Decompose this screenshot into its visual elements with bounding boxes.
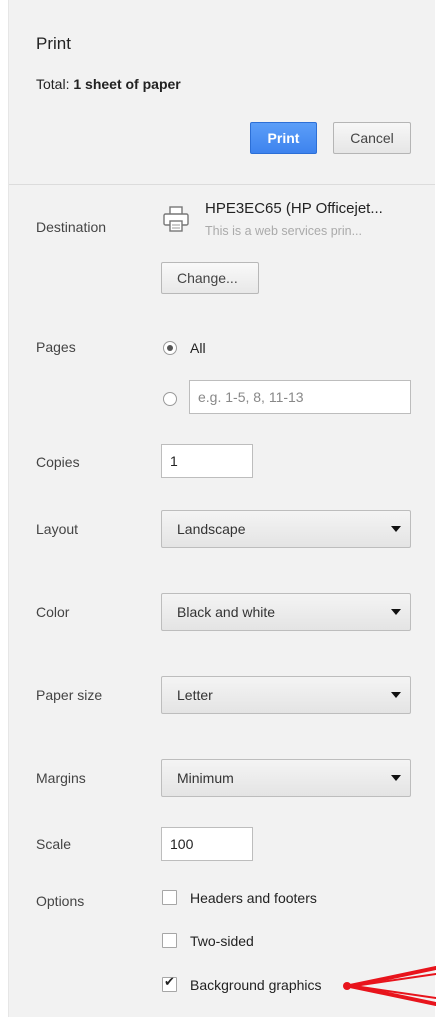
layout-select-value: Landscape (177, 521, 246, 537)
pages-all-label: All (190, 340, 206, 356)
paper-size-label: Paper size (36, 687, 103, 703)
chevron-down-icon (391, 775, 401, 781)
pages-range-radio[interactable] (163, 392, 177, 406)
print-settings-panel: Print Total: 1 sheet of paper Print Canc… (8, 0, 435, 1017)
headers-footers-checkbox[interactable] (162, 890, 177, 905)
print-title: Print (36, 34, 71, 53)
copies-label: Copies (36, 454, 80, 470)
destination-label: Destination (36, 219, 107, 235)
two-sided-label: Two-sided (190, 933, 254, 949)
change-destination-button[interactable]: Change... (161, 262, 259, 294)
paper-size-select-value: Letter (177, 687, 213, 703)
headers-footers-label: Headers and footers (190, 890, 317, 906)
margins-label: Margins (36, 770, 86, 786)
sheet-summary: Total: 1 sheet of paper (36, 76, 181, 92)
color-label: Color (36, 604, 70, 620)
chevron-down-icon (391, 526, 401, 532)
background-graphics-label: Background graphics (190, 977, 322, 993)
color-select-value: Black and white (177, 604, 276, 620)
paper-size-select[interactable]: Letter (161, 676, 411, 714)
scale-label: Scale (36, 836, 72, 852)
chevron-down-icon (391, 609, 401, 615)
pages-label: Pages (36, 339, 76, 355)
chevron-down-icon (391, 692, 401, 698)
layout-select[interactable]: Landscape (161, 510, 411, 548)
summary-label: Total: (36, 76, 70, 92)
margins-select-value: Minimum (177, 770, 234, 786)
annotation-arrow-icon (343, 966, 436, 1006)
color-select[interactable]: Black and white (161, 593, 411, 631)
print-header: Print Total: 1 sheet of paper Print Canc… (9, 0, 435, 185)
options-label: Options (36, 893, 85, 909)
layout-label: Layout (36, 521, 79, 537)
destination-description: This is a web services prin... (205, 224, 362, 238)
printer-icon (163, 206, 189, 232)
two-sided-checkbox[interactable] (162, 933, 177, 948)
cancel-button[interactable]: Cancel (333, 122, 411, 154)
destination-name: HPE3EC65 (HP Officejet... (205, 200, 383, 217)
copies-input[interactable]: 1 (161, 444, 253, 478)
margins-select[interactable]: Minimum (161, 759, 411, 797)
background-graphics-checkbox[interactable] (162, 975, 177, 992)
summary-value: 1 sheet of paper (73, 76, 181, 92)
pages-range-input[interactable]: e.g. 1-5, 8, 11-13 (189, 380, 411, 414)
pages-all-radio[interactable] (163, 341, 177, 355)
print-button[interactable]: Print (250, 122, 317, 154)
scale-input[interactable]: 100 (161, 827, 253, 861)
